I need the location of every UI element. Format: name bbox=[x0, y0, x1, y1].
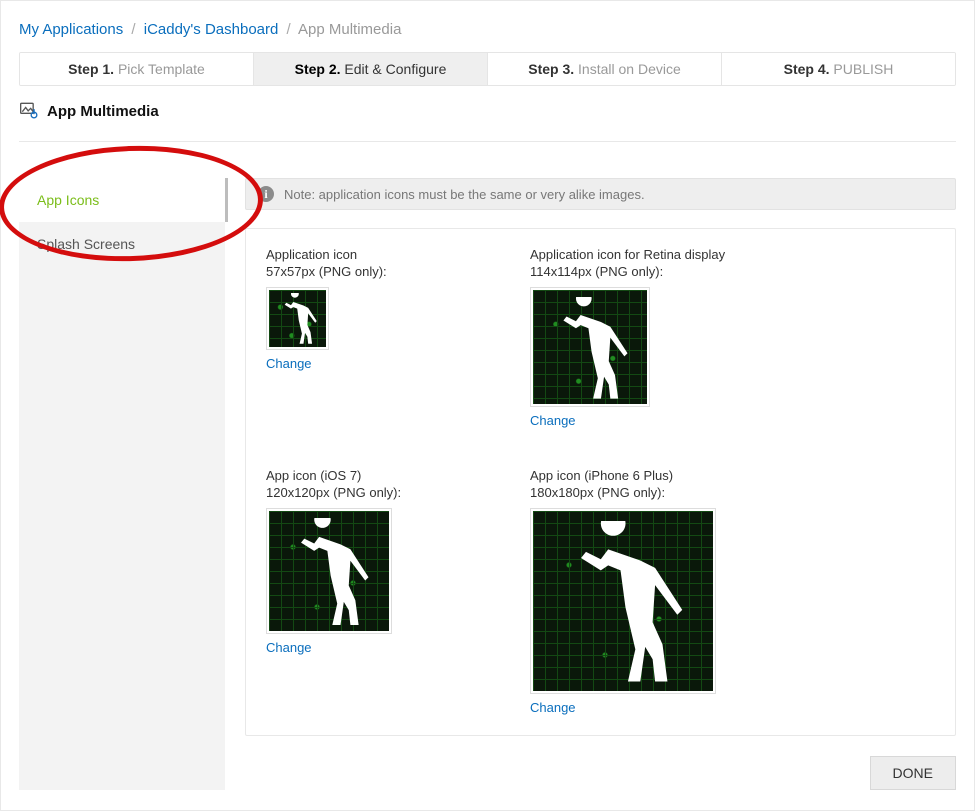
info-icon: i bbox=[258, 186, 274, 202]
note-bar: i Note: application icons must be the sa… bbox=[245, 178, 956, 210]
step-4[interactable]: Step 4. PUBLISH bbox=[722, 53, 955, 85]
icon-slot-114: Application icon for Retina display 114x… bbox=[530, 247, 730, 428]
sidebar-item-splash-screens[interactable]: Splash Screens bbox=[19, 222, 225, 266]
sidebar: App Icons Splash Screens bbox=[19, 178, 225, 790]
wizard-steps: Step 1. Pick Template Step 2. Edit & Con… bbox=[19, 52, 956, 86]
icon-slot-180: App icon (iPhone 6 Plus) 180x180px (PNG … bbox=[530, 468, 730, 715]
icon-slot-57: Application icon 57x57px (PNG only): Cha… bbox=[266, 247, 466, 428]
icon-thumbnail[interactable] bbox=[266, 508, 392, 634]
change-link[interactable]: Change bbox=[266, 640, 312, 655]
page-wrap: My Applications / iCaddy's Dashboard / A… bbox=[0, 0, 975, 811]
breadcrumb-separator: / bbox=[283, 21, 295, 38]
golfer-icon bbox=[269, 518, 389, 631]
change-link[interactable]: Change bbox=[266, 356, 312, 371]
breadcrumb: My Applications / iCaddy's Dashboard / A… bbox=[19, 13, 956, 52]
multimedia-icon bbox=[19, 100, 39, 123]
step-2[interactable]: Step 2. Edit & Configure bbox=[254, 53, 488, 85]
note-text: Note: application icons must be the same… bbox=[284, 187, 645, 202]
icon-thumbnail[interactable] bbox=[266, 287, 329, 350]
sidebar-item-app-icons[interactable]: App Icons bbox=[19, 178, 228, 222]
golfer-icon bbox=[533, 521, 713, 690]
sidebar-item-label: Splash Screens bbox=[37, 236, 135, 252]
change-link[interactable]: Change bbox=[530, 700, 576, 715]
golfer-icon bbox=[533, 297, 647, 404]
done-button[interactable]: DONE bbox=[870, 756, 956, 790]
sidebar-item-label: App Icons bbox=[37, 192, 99, 208]
icon-slot-120: App icon (iOS 7) 120x120px (PNG only): C… bbox=[266, 468, 466, 715]
icon-thumbnail[interactable] bbox=[530, 287, 650, 407]
step-1[interactable]: Step 1. Pick Template bbox=[20, 53, 254, 85]
icon-slot-label: Application icon 57x57px (PNG only): bbox=[266, 247, 466, 281]
icon-slot-label: App icon (iPhone 6 Plus) 180x180px (PNG … bbox=[530, 468, 730, 502]
content-card: Application icon 57x57px (PNG only): Cha… bbox=[245, 228, 956, 736]
breadcrumb-current: App Multimedia bbox=[298, 21, 401, 38]
main-column: i Note: application icons must be the sa… bbox=[225, 178, 956, 790]
golfer-icon bbox=[269, 293, 326, 347]
icon-slot-label: App icon (iOS 7) 120x120px (PNG only): bbox=[266, 468, 466, 502]
breadcrumb-link-my-applications[interactable]: My Applications bbox=[19, 21, 123, 38]
breadcrumb-link-dashboard[interactable]: iCaddy's Dashboard bbox=[144, 21, 279, 38]
page-title: App Multimedia bbox=[47, 103, 159, 120]
change-link[interactable]: Change bbox=[530, 413, 576, 428]
icon-thumbnail[interactable] bbox=[530, 508, 716, 694]
breadcrumb-separator: / bbox=[127, 21, 139, 38]
icon-slot-label: Application icon for Retina display 114x… bbox=[530, 247, 730, 281]
icon-grid: Application icon 57x57px (PNG only): Cha… bbox=[266, 247, 935, 715]
section-title-row: App Multimedia bbox=[19, 100, 956, 123]
step-3[interactable]: Step 3. Install on Device bbox=[488, 53, 722, 85]
